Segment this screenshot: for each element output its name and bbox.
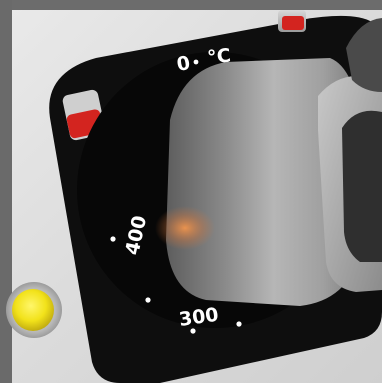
- top-switch[interactable]: [278, 10, 306, 32]
- knob-grip-recess: [342, 110, 382, 262]
- scale-dot: [110, 236, 116, 242]
- knob-reflection: [155, 206, 215, 250]
- photo-scene: 0 °C 300 400: [0, 0, 382, 383]
- scale-dot: [236, 321, 242, 327]
- scale-dot: [193, 59, 199, 65]
- scale-dot: [145, 297, 151, 303]
- indicator-lamp: [6, 282, 62, 338]
- temperature-knob[interactable]: [155, 58, 382, 306]
- photo-svg: 0 °C 300 400: [6, 10, 382, 383]
